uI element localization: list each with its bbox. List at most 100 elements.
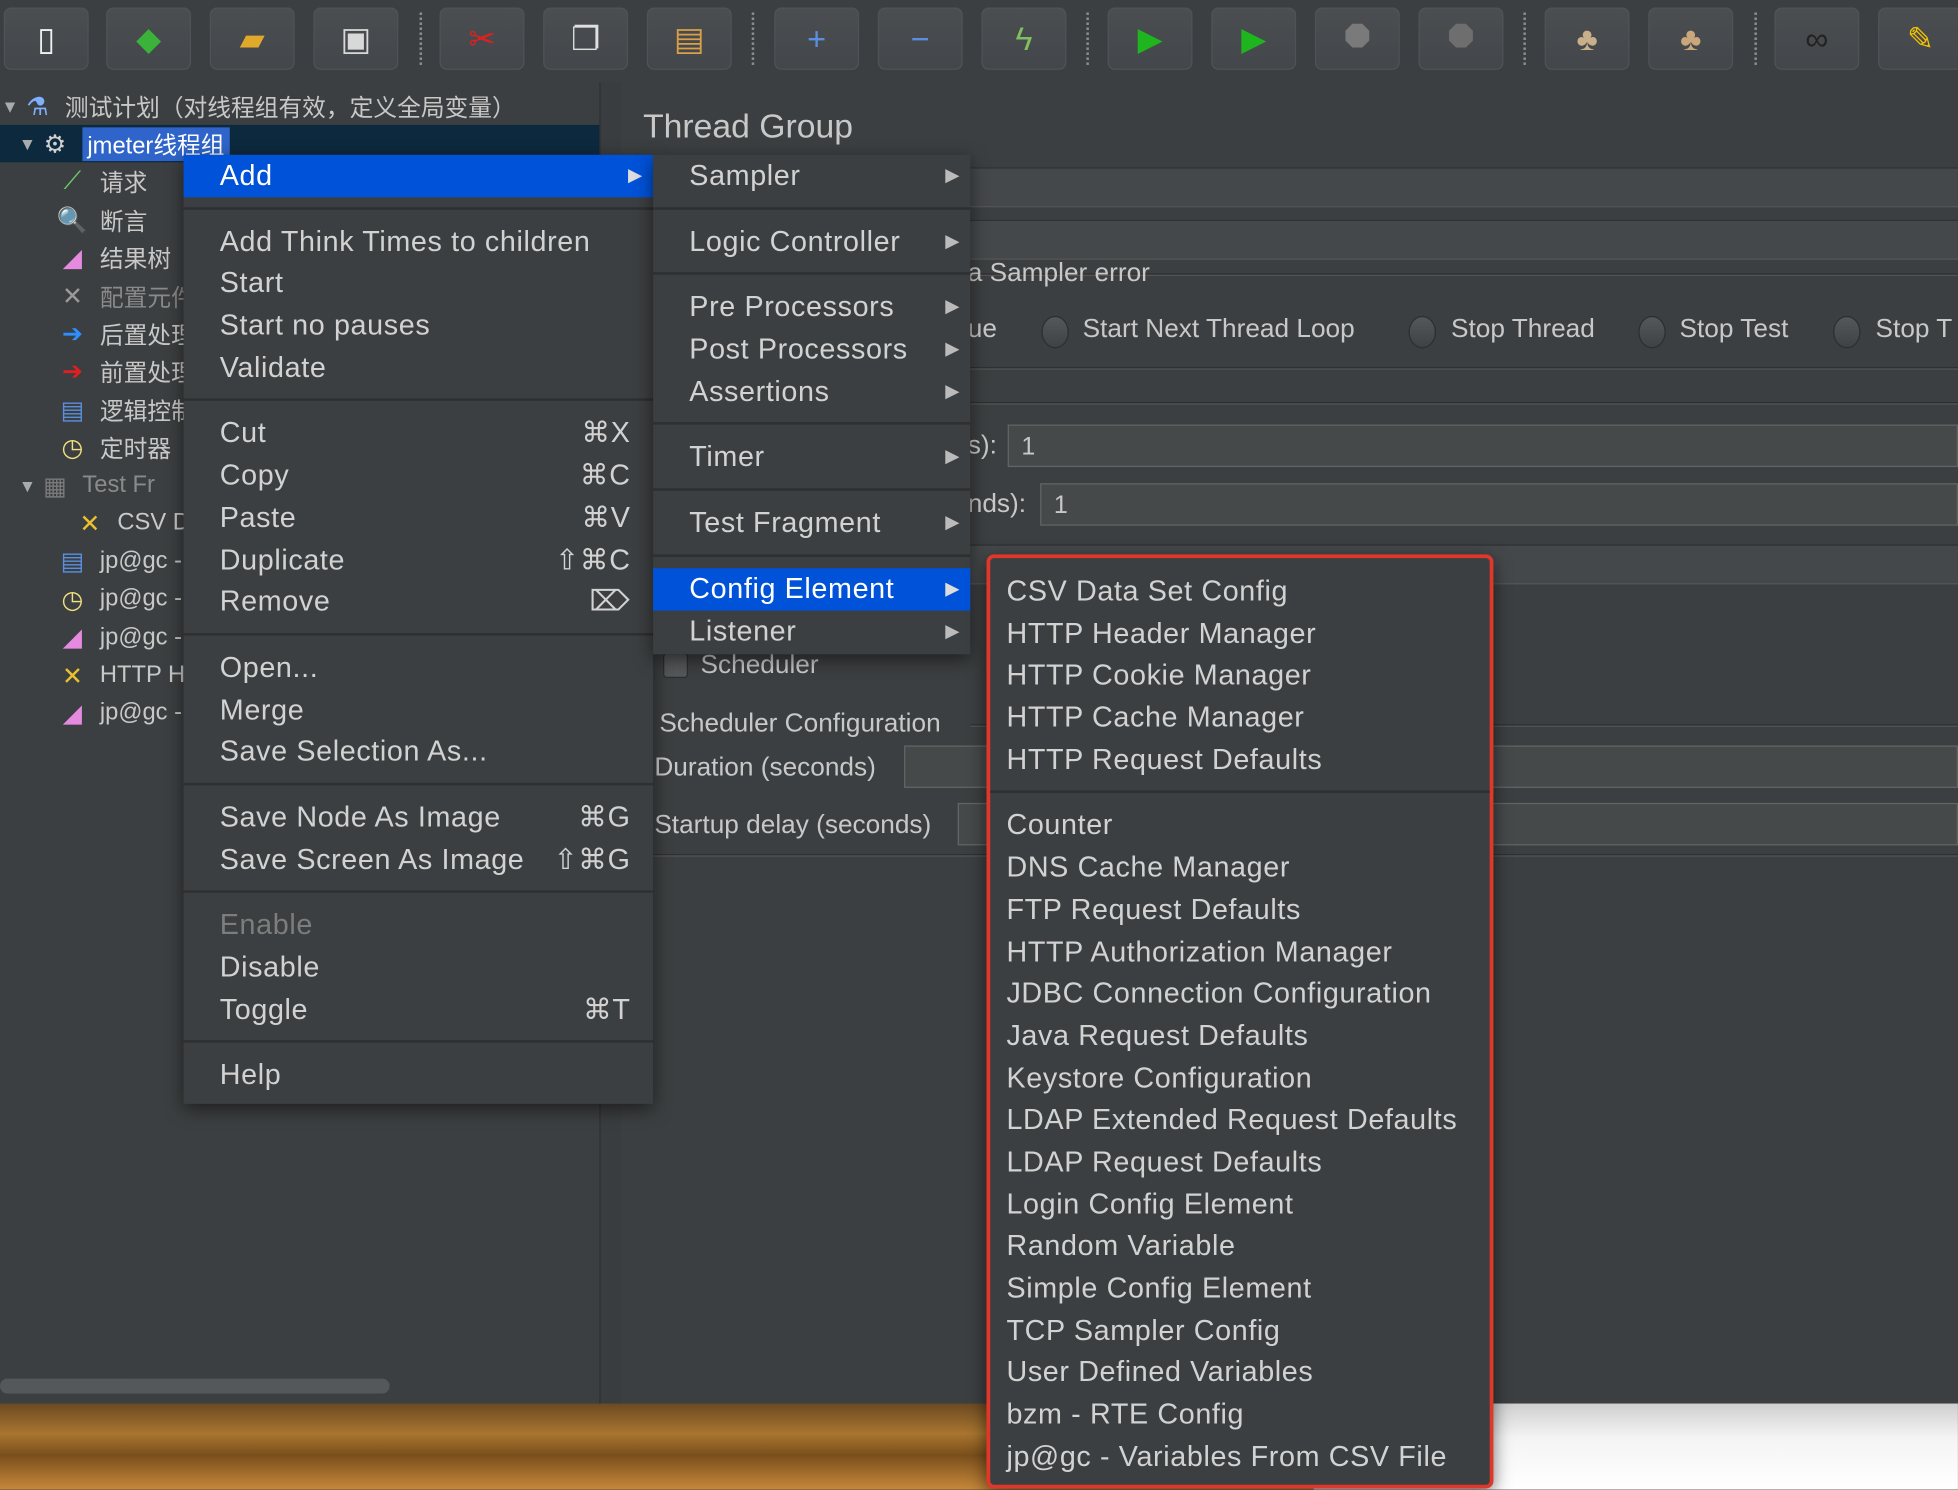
sampler-pipette-icon: ⟋ <box>63 167 82 196</box>
menu-item-http-cookie-manager[interactable]: HTTP Cookie Manager <box>990 655 1489 697</box>
menu-item-remove[interactable]: Remove ⌦ <box>184 581 654 623</box>
expand-arrow-icon[interactable]: ▼ <box>17 476 37 496</box>
tree-node[interactable]: ▼ ⚗ 测试计划（对线程组有效，定义全局变量） <box>0 87 597 124</box>
menu-item-label: HTTP Cache Manager <box>1006 700 1305 734</box>
menu-item-shortcut: ⇧⌘G <box>553 842 631 875</box>
listener-graph-icon: ◢ <box>62 700 83 728</box>
tree-horizontal-scrollbar[interactable] <box>0 1378 390 1394</box>
menu-item-csv-data-set-config[interactable]: CSV Data Set Config <box>990 571 1489 613</box>
menu-item-copy[interactable]: Copy ⌘C <box>184 455 654 497</box>
menu-item-label: Merge <box>219 692 305 725</box>
menu-item-save-selection-as[interactable]: Save Selection As... <box>184 731 654 773</box>
threads-input[interactable]: 1 <box>1007 424 1958 468</box>
cut-button[interactable]: ✂ <box>439 7 525 70</box>
submenu-arrow-icon: ▶ <box>945 296 961 318</box>
menu-item-ftp-request-defaults[interactable]: FTP Request Defaults <box>990 889 1489 931</box>
menu-item-save-node-as-image[interactable]: Save Node As Image ⌘G <box>184 797 654 839</box>
expand-button[interactable]: + <box>774 7 860 70</box>
menu-item-http-header-manager[interactable]: HTTP Header Manager <box>990 613 1489 655</box>
menu-item-assertions[interactable]: Assertions ▶ <box>653 371 970 413</box>
clear-button[interactable]: ♣ <box>1544 7 1630 70</box>
menu-item-start-no-pauses[interactable]: Start no pauses <box>184 305 654 347</box>
duration-label: Duration (seconds) <box>654 752 876 782</box>
menu-item-logic-controller[interactable]: Logic Controller ▶ <box>653 221 970 263</box>
menu-item-tcp-sampler-config[interactable]: TCP Sampler Config <box>990 1309 1489 1351</box>
menu-item-config-element[interactable]: Config Element ▶ <box>653 567 971 610</box>
start-next-loop-radio[interactable] <box>1041 315 1069 349</box>
menu-item-counter[interactable]: Counter <box>990 805 1489 847</box>
open-folder-button[interactable]: ▰ <box>209 7 295 70</box>
menu-item-keystore-configuration[interactable]: Keystore Configuration <box>990 1057 1489 1099</box>
clear-all-button[interactable]: ♣ <box>1648 7 1734 70</box>
menu-item-open[interactable]: Open... <box>184 647 654 689</box>
search-binoculars-button[interactable]: ∞ <box>1774 7 1860 70</box>
menu-item-start[interactable]: Start <box>184 263 654 305</box>
reset-search-broom-icon: ✎ <box>1906 19 1935 57</box>
menu-item-label: Disable <box>219 950 320 983</box>
menu-item-jp-gc-variables-from-csv-file[interactable]: jp@gc - Variables From CSV File <box>990 1436 1489 1478</box>
stop-test-label: Stop Test <box>1679 314 1789 344</box>
start-no-pauses-button[interactable]: ▶ <box>1211 7 1297 70</box>
menu-item-disable[interactable]: Disable <box>184 947 654 989</box>
stop-test-now-radio[interactable] <box>1833 315 1861 349</box>
menu-item-sampler[interactable]: Sampler ▶ <box>653 155 970 197</box>
expand-arrow-icon[interactable]: ▼ <box>0 96 20 116</box>
menu-item-random-variable[interactable]: Random Variable <box>990 1225 1489 1267</box>
collapse-button[interactable]: − <box>877 7 963 70</box>
menu-item-label: Paste <box>219 500 297 533</box>
save-button[interactable]: ▣ <box>313 7 399 70</box>
menu-item-timer[interactable]: Timer ▶ <box>653 436 970 478</box>
shutdown-button[interactable]: ⯃ <box>1418 7 1504 70</box>
menu-item-save-screen-as-image[interactable]: Save Screen As Image ⇧⌘G <box>184 839 654 881</box>
menu-item-test-fragment[interactable]: Test Fragment ▶ <box>653 502 970 544</box>
menu-item-http-cache-manager[interactable]: HTTP Cache Manager <box>990 697 1489 739</box>
new-file-button[interactable]: ▯ <box>3 7 89 70</box>
threads-label: s): <box>967 430 997 460</box>
stop-button[interactable]: ⯃ <box>1314 7 1400 70</box>
menu-item-merge[interactable]: Merge <box>184 689 654 731</box>
menu-item-toggle[interactable]: Toggle ⌘T <box>184 989 654 1031</box>
stop-thread-radio[interactable] <box>1408 315 1437 349</box>
jmeter-window: ▯ ◆ ▰ ▣ ✂ ❐ ▤ + − ϟ ▶ ▶ ⯃ ⯃ ♣ ♣ ∞ ✎ ▼ ⚗ 测试计划（对线程组有效，定义全局变量）… <box>0 0 1958 1490</box>
menu-item-cut[interactable]: Cut ⌘X <box>184 413 654 455</box>
tree-node-label: Test Fr <box>82 472 155 499</box>
listener-graph-icon: ◢ <box>62 244 83 273</box>
copy-button[interactable]: ❐ <box>543 7 629 70</box>
menu-item-post-processors[interactable]: Post Processors ▶ <box>653 328 970 370</box>
menu-item-duplicate[interactable]: Duplicate ⇧⌘C <box>184 539 654 581</box>
cut-icon: ✂ <box>468 19 496 57</box>
menu-item-ldap-extended-request-defaults[interactable]: LDAP Extended Request Defaults <box>990 1099 1489 1141</box>
menu-item-validate[interactable]: Validate <box>184 347 654 389</box>
reset-search-broom-button[interactable]: ✎ <box>1878 7 1958 70</box>
menu-item-java-request-defaults[interactable]: Java Request Defaults <box>990 1015 1489 1057</box>
menu-item-dns-cache-manager[interactable]: DNS Cache Manager <box>990 847 1489 889</box>
menu-item-listener[interactable]: Listener ▶ <box>653 610 970 652</box>
menu-item-simple-config-element[interactable]: Simple Config Element <box>990 1267 1489 1309</box>
paste-button[interactable]: ▤ <box>646 7 732 70</box>
add-submenu: Sampler ▶ Logic Controller ▶ Pre Processors ▶… <box>653 154 971 655</box>
stop-test-radio[interactable] <box>1638 315 1666 349</box>
scheduler-checkbox[interactable] <box>663 653 689 679</box>
menu-item-user-defined-variables[interactable]: User Defined Variables <box>990 1352 1489 1394</box>
menu-item-help[interactable]: Help <box>184 1054 654 1096</box>
start-button[interactable]: ▶ <box>1107 7 1193 70</box>
menu-item-bzm-rte-config[interactable]: bzm - RTE Config <box>990 1394 1489 1436</box>
expand-arrow-icon[interactable]: ▼ <box>17 134 37 154</box>
rampup-input[interactable]: 1 <box>1040 483 1958 526</box>
templates-button[interactable]: ◆ <box>106 7 192 70</box>
menu-item-label: Start <box>219 266 284 299</box>
menu-item-add-think-times-to-children[interactable]: Add Think Times to children <box>184 221 654 263</box>
logic-controller-icon: ▤ <box>60 548 85 577</box>
menu-item-paste[interactable]: Paste ⌘V <box>184 497 654 539</box>
menu-item-jdbc-connection-configuration[interactable]: JDBC Connection Configuration <box>990 973 1489 1015</box>
menu-item-pre-processors[interactable]: Pre Processors ▶ <box>653 286 970 328</box>
menu-item-add[interactable]: Add ▶ <box>183 154 654 197</box>
config-tools-icon: ✕ <box>79 510 101 539</box>
menu-separator <box>183 197 654 221</box>
menu-separator <box>653 478 971 502</box>
menu-item-ldap-request-defaults[interactable]: LDAP Request Defaults <box>990 1141 1489 1183</box>
menu-item-http-request-defaults[interactable]: HTTP Request Defaults <box>990 739 1489 781</box>
menu-item-http-authorization-manager[interactable]: HTTP Authorization Manager <box>990 931 1489 973</box>
menu-item-login-config-element[interactable]: Login Config Element <box>990 1183 1489 1225</box>
toggle-button[interactable]: ϟ <box>981 7 1067 70</box>
